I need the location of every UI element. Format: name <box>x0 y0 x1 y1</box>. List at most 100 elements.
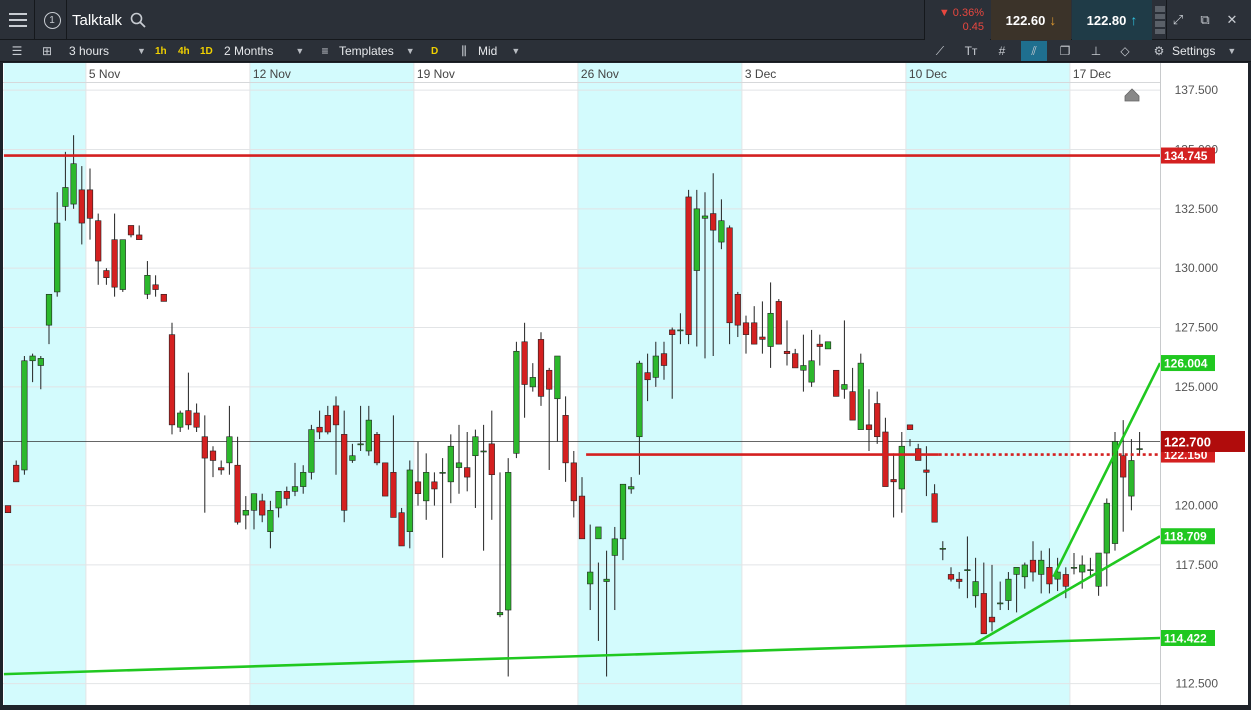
list-icon[interactable]: ☰ <box>8 43 26 59</box>
date-tick-label: 3 Dec <box>745 67 776 81</box>
candle-body <box>685 196 692 335</box>
candle-body <box>488 443 495 476</box>
candle-body <box>1079 564 1086 573</box>
candle-body <box>931 493 938 523</box>
candle-body <box>168 334 176 426</box>
candle-body <box>283 491 290 499</box>
candle-body <box>529 377 536 388</box>
candle-body <box>423 472 430 502</box>
price-tag-label: 134.745 <box>1164 149 1208 163</box>
bar-chart-icon[interactable]: ⊥ <box>1087 43 1105 59</box>
candle-body <box>234 464 241 523</box>
interval-select[interactable]: 3 hours ▼ <box>69 40 146 62</box>
candle-body <box>406 469 413 532</box>
candle-body <box>587 571 594 585</box>
candle-body <box>382 462 389 497</box>
candle-body <box>1038 559 1045 575</box>
candle-body <box>103 270 110 278</box>
candle-body <box>808 360 815 383</box>
chevron-down-icon: ▼ <box>405 46 415 56</box>
candle-body <box>308 429 315 473</box>
copy-icon[interactable]: ❐ <box>1056 43 1074 59</box>
search-icon[interactable] <box>129 11 147 29</box>
candle-body <box>21 360 28 471</box>
settings-menu[interactable]: Settings ▼ <box>1172 40 1236 62</box>
candle-body <box>316 426 323 433</box>
candle-body <box>78 189 85 224</box>
candle-body <box>988 616 996 623</box>
candle-body <box>300 472 307 487</box>
candle-body <box>472 436 479 457</box>
range-label: 2 Months <box>224 44 274 58</box>
candle-body <box>144 274 151 295</box>
candle-body <box>29 355 36 362</box>
sell-button[interactable]: 122.60 ↓ <box>991 0 1071 40</box>
candle-body <box>160 293 167 302</box>
price-tick-label: 112.500 <box>1176 677 1219 691</box>
price-type-select[interactable]: Mid ▼ <box>478 40 520 62</box>
candle-body <box>849 391 856 421</box>
candle-body <box>1120 455 1127 478</box>
candle-body <box>865 424 873 430</box>
candle-body <box>373 434 381 464</box>
candle-body <box>54 222 61 293</box>
chart-area[interactable]: 137.500135.000132.500130.000127.500125.0… <box>3 63 1248 705</box>
candle-body <box>972 581 979 597</box>
candle-body <box>193 412 200 428</box>
candle-body <box>570 462 577 502</box>
close-icon[interactable]: ✕ <box>1224 12 1240 28</box>
candle-body <box>619 483 627 540</box>
timeframe-1h-button[interactable]: 1h <box>155 40 167 62</box>
date-tick-label: 10 Dec <box>909 67 947 81</box>
candle-body <box>4 505 12 514</box>
candle-body <box>1062 574 1069 587</box>
text-icon[interactable]: Tт <box>962 43 980 59</box>
candle-body <box>398 512 405 547</box>
candle-body <box>267 510 274 532</box>
timeframe-4h-button[interactable]: 4h <box>178 40 190 62</box>
candle-body <box>833 369 840 397</box>
candle-body <box>136 234 143 240</box>
price-tick-label: 130.000 <box>1175 261 1219 275</box>
info-icon[interactable]: 1 <box>38 6 66 34</box>
volume-level-icon <box>1155 6 1165 34</box>
candle-body <box>726 227 733 324</box>
gear-icon[interactable]: ⚙ <box>1150 43 1168 59</box>
price-type-label: Mid <box>478 44 498 58</box>
change-percent: ▼ 0.36% <box>938 7 984 19</box>
draw-line-icon[interactable]: ⟋ <box>931 43 949 59</box>
arrow-down-icon: ↓ <box>1049 12 1057 28</box>
price-tick-label: 127.500 <box>1175 321 1219 335</box>
expand-icon[interactable]: ⤢ <box>1170 12 1186 28</box>
crosshair-icon[interactable]: # <box>993 43 1011 59</box>
candle-body <box>562 415 569 464</box>
range-select[interactable]: 2 Months ▼ <box>224 40 304 62</box>
candle-body <box>127 225 135 236</box>
buy-button[interactable]: 122.80 ↑ <box>1072 0 1152 40</box>
layout-icon[interactable]: ⊞ <box>38 43 56 59</box>
candle-body <box>275 491 282 509</box>
candle-body <box>964 569 971 571</box>
candle-body <box>259 500 266 516</box>
tag-icon[interactable]: ◇ <box>1116 43 1134 59</box>
popout-icon[interactable]: ⧉ <box>1197 12 1213 28</box>
candle-body <box>800 365 807 371</box>
timeframe-1d-button[interactable]: 1D <box>200 40 213 62</box>
price-tag-label: 122.700 <box>1164 434 1211 449</box>
candle-body <box>710 213 717 231</box>
instrument-name[interactable]: Talktalk <box>72 12 122 29</box>
candle-body <box>660 353 668 366</box>
trendline-tool-icon[interactable]: ⫽ <box>1021 41 1047 61</box>
candle-body <box>414 481 422 495</box>
settings-label: Settings <box>1172 44 1216 58</box>
candle-body <box>923 469 930 473</box>
candle-body <box>718 220 725 243</box>
hamburger-menu-icon[interactable] <box>4 6 32 34</box>
price-chart[interactable]: 137.500135.000132.500130.000127.500125.0… <box>3 63 1248 705</box>
candle-body <box>95 220 102 262</box>
date-tick-label: 5 Nov <box>89 67 120 81</box>
candle-body <box>890 479 897 483</box>
templates-select[interactable]: Templates ▼ <box>339 40 415 62</box>
candle-body <box>874 403 881 438</box>
candle-body <box>447 445 454 483</box>
